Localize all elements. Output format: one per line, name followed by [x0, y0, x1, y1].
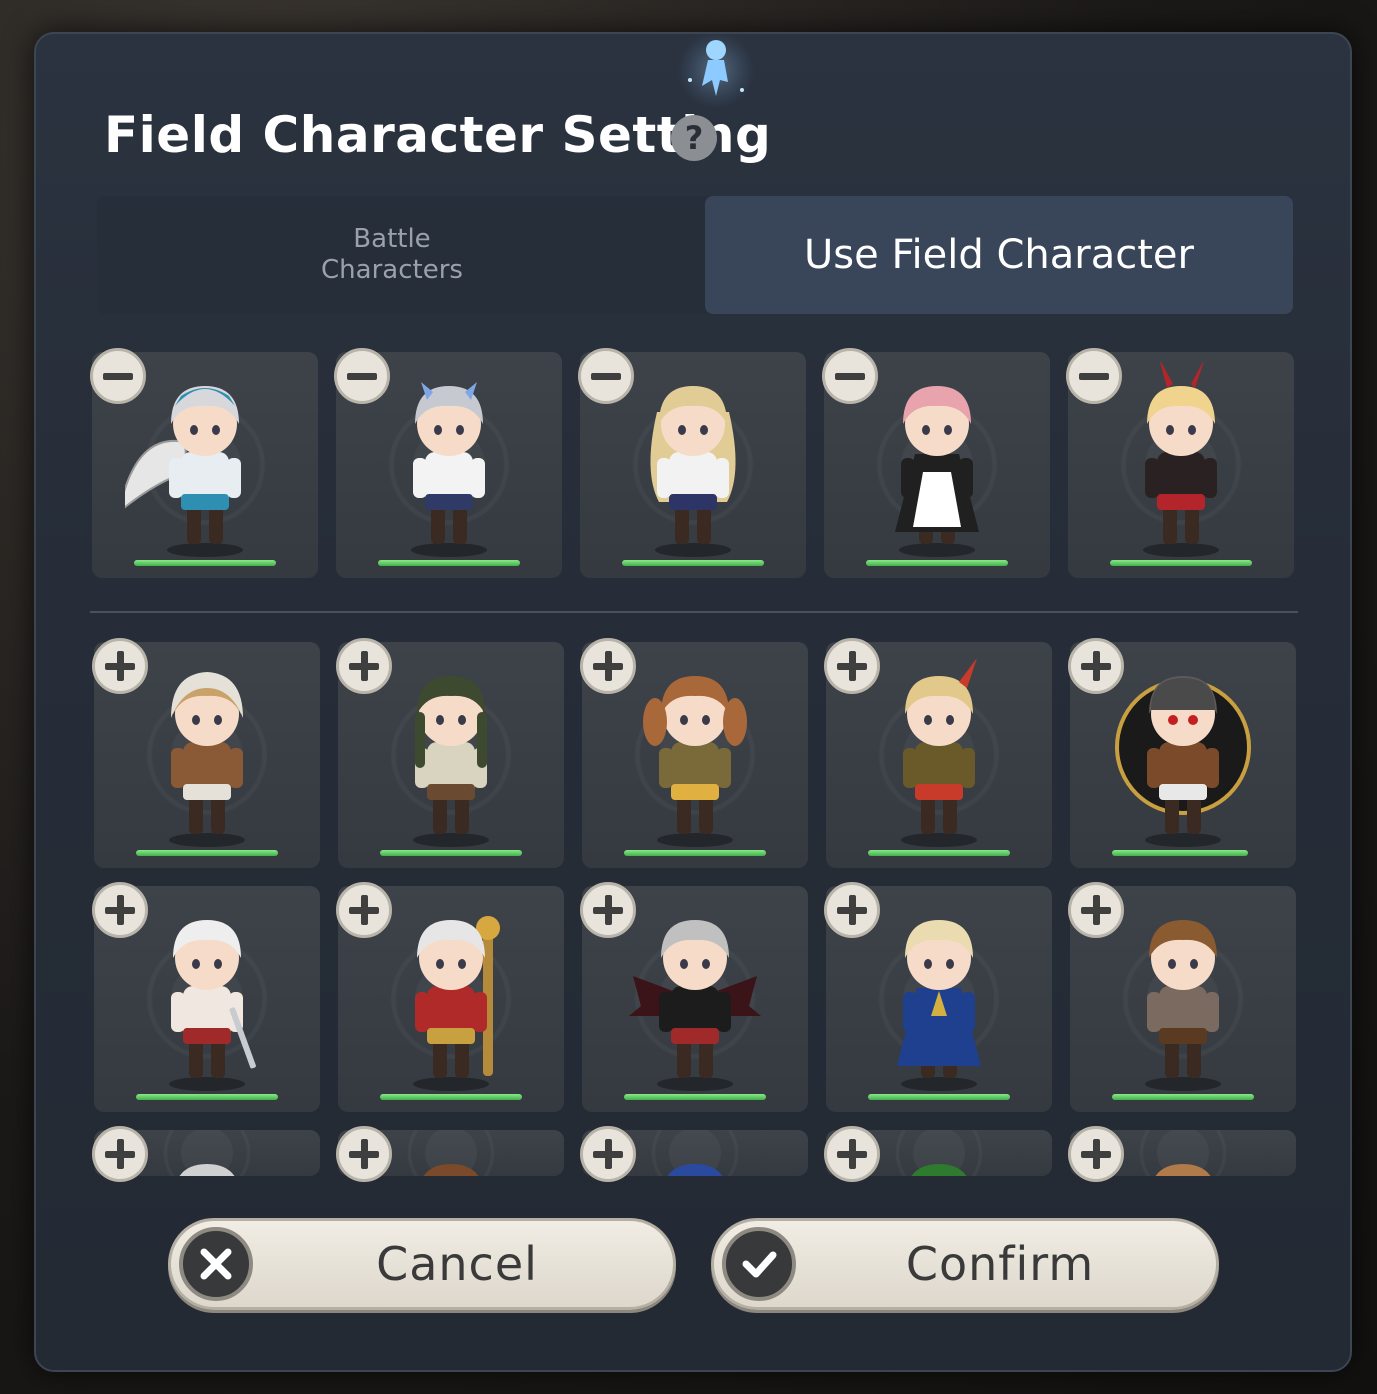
plus-icon: [593, 651, 623, 681]
add-character-button[interactable]: [336, 1126, 392, 1182]
minus-icon: [591, 361, 621, 391]
plus-icon: [593, 895, 623, 925]
tab-use-field-character-label: Use Field Character: [804, 232, 1194, 278]
hp-bar: [1112, 1094, 1254, 1100]
character-sprite: [125, 386, 243, 557]
character-sprite: [169, 920, 256, 1091]
hp-bar: [624, 850, 766, 856]
confirm-button-label: Confirm: [905, 1237, 1095, 1291]
add-character-button[interactable]: [1068, 638, 1124, 694]
minus-icon: [103, 361, 133, 391]
plus-icon: [105, 651, 135, 681]
character-sprite: [897, 920, 981, 1091]
hp-bar: [136, 1094, 278, 1100]
add-character-button[interactable]: [92, 1126, 148, 1182]
remove-character-button[interactable]: [822, 348, 878, 404]
plus-icon: [837, 895, 867, 925]
character-sprite: [901, 658, 977, 847]
add-character-button[interactable]: [336, 638, 392, 694]
character-sprite: [1145, 920, 1221, 1091]
hp-bar: [622, 560, 764, 566]
character-sprite: [895, 386, 979, 557]
plus-icon: [105, 895, 135, 925]
tab-battle-characters[interactable]: Battle Characters: [97, 196, 687, 314]
help-icon[interactable]: ?: [671, 115, 717, 161]
plus-icon: [593, 1139, 623, 1169]
hp-bar: [868, 1094, 1010, 1100]
confirm-button[interactable]: Confirm: [711, 1218, 1219, 1310]
add-character-button[interactable]: [580, 638, 636, 694]
hp-bar: [380, 850, 522, 856]
hp-bar: [378, 560, 520, 566]
character-sprite: [1155, 1164, 1211, 1176]
hp-bar: [134, 560, 276, 566]
cancel-button[interactable]: Cancel: [168, 1218, 676, 1310]
character-sprite: [1143, 362, 1219, 557]
hp-bar: [1110, 560, 1252, 566]
remove-character-button[interactable]: [334, 348, 390, 404]
remove-character-button[interactable]: [90, 348, 146, 404]
character-sprite: [643, 676, 747, 847]
minus-icon: [1079, 361, 1109, 391]
minus-icon: [347, 361, 377, 391]
hp-bar: [866, 560, 1008, 566]
plus-icon: [837, 1139, 867, 1169]
character-sprite: [629, 920, 761, 1091]
plus-icon: [349, 1139, 379, 1169]
plus-icon: [1081, 895, 1111, 925]
add-character-button[interactable]: [92, 638, 148, 694]
character-sprite: [667, 1164, 723, 1176]
remove-character-button[interactable]: [1066, 348, 1122, 404]
plus-icon: [349, 895, 379, 925]
plus-icon: [349, 651, 379, 681]
add-character-button[interactable]: [824, 882, 880, 938]
plus-icon: [837, 651, 867, 681]
character-sprite: [411, 382, 487, 557]
add-character-button[interactable]: [580, 1126, 636, 1182]
hp-bar: [136, 850, 278, 856]
character-sprite: [413, 916, 500, 1091]
character-sprite: [179, 1164, 235, 1176]
tab-use-field-character[interactable]: Use Field Character: [705, 196, 1293, 314]
add-character-button[interactable]: [824, 1126, 880, 1182]
character-sprite: [1115, 676, 1251, 847]
character-sprite: [169, 672, 245, 847]
character-sprite: [423, 1164, 479, 1176]
hp-bar: [1112, 850, 1249, 856]
close-icon: [179, 1227, 253, 1301]
hp-bar: [380, 1094, 522, 1100]
cancel-button-label: Cancel: [376, 1237, 538, 1291]
hp-bar: [624, 1094, 766, 1100]
add-character-button[interactable]: [92, 882, 148, 938]
add-character-button[interactable]: [1068, 882, 1124, 938]
check-icon: [722, 1227, 796, 1301]
plus-icon: [105, 1139, 135, 1169]
character-sprite: [650, 386, 736, 557]
fairy-sprite-icon: [678, 32, 754, 108]
add-character-button[interactable]: [336, 882, 392, 938]
add-character-button[interactable]: [824, 638, 880, 694]
hp-bar: [868, 850, 1010, 856]
add-character-button[interactable]: [1068, 1126, 1124, 1182]
remove-character-button[interactable]: [578, 348, 634, 404]
section-divider: [90, 611, 1298, 613]
minus-icon: [835, 361, 865, 391]
character-sprite: [911, 1164, 967, 1176]
add-character-button[interactable]: [580, 882, 636, 938]
plus-icon: [1081, 651, 1111, 681]
mode-tabs: Battle Characters Use Field Character: [97, 196, 1293, 314]
character-sprite: [413, 676, 489, 847]
tab-battle-characters-label: Battle Characters: [321, 224, 463, 285]
plus-icon: [1081, 1139, 1111, 1169]
